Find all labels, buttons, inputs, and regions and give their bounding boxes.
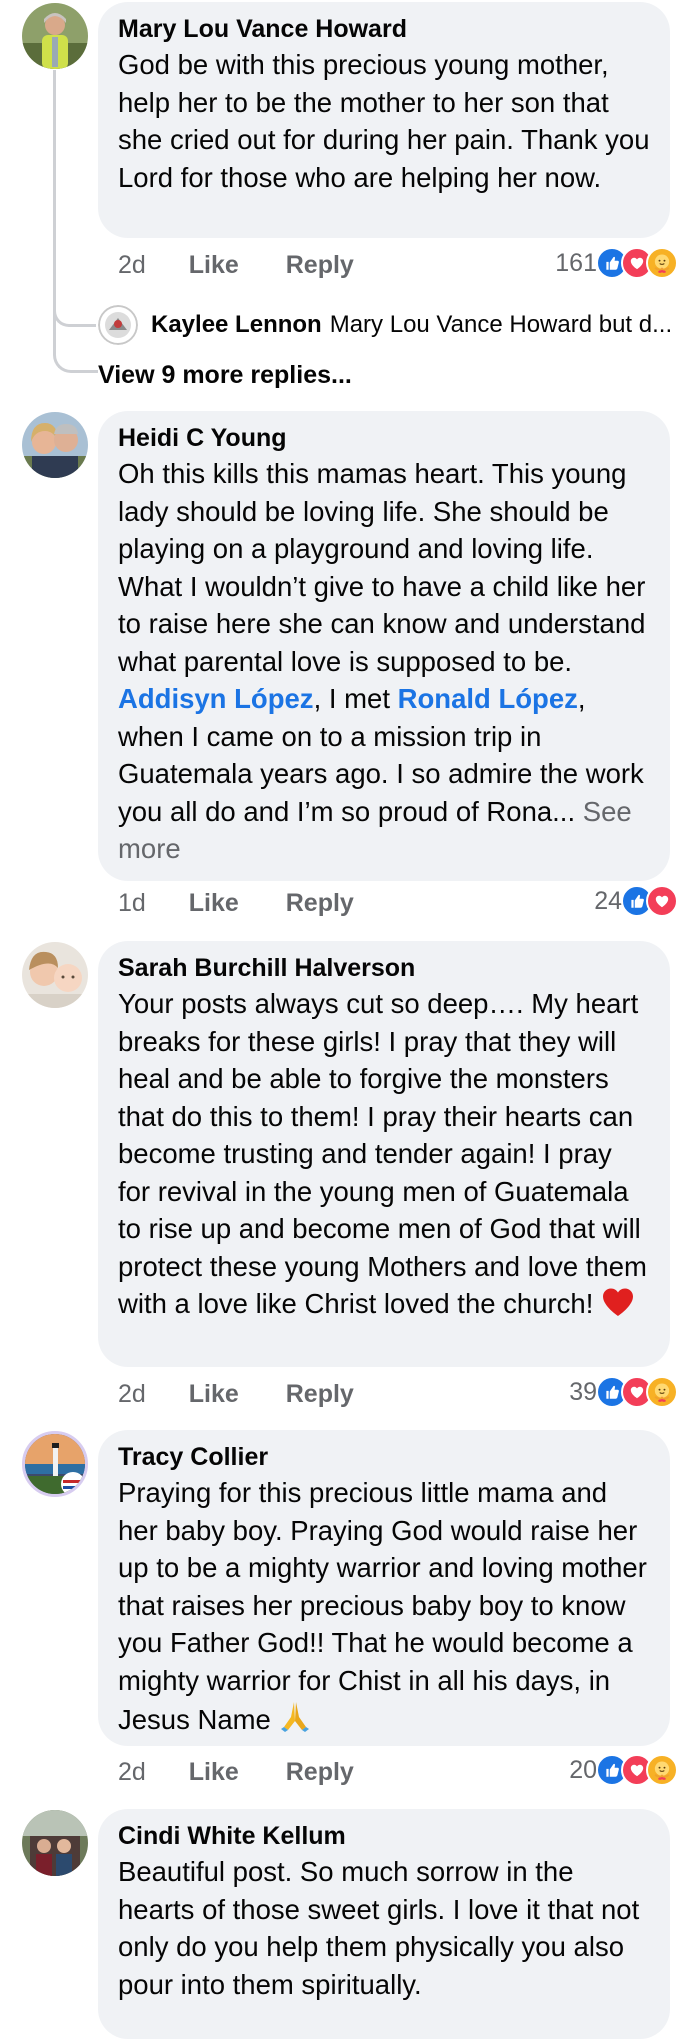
- comment-bubble: Tracy Collier Praying for this precious …: [98, 1430, 670, 1746]
- comment-timestamp[interactable]: 1d: [118, 885, 146, 921]
- care-reaction-icon: [646, 1754, 678, 1786]
- reaction-count: 24: [594, 887, 622, 915]
- reply-author[interactable]: Kaylee Lennon: [151, 311, 322, 339]
- care-reaction-icon: [646, 1376, 678, 1408]
- reply-button[interactable]: Reply: [286, 247, 354, 283]
- profile-photo-icon: [98, 305, 138, 345]
- reaction-summary[interactable]: 24: [594, 883, 678, 919]
- comment-text: Oh this kills this mamas heart. This you…: [118, 455, 650, 868]
- reply-preview[interactable]: Kaylee Lennon Mary Lou Vance Howard but …: [98, 303, 672, 347]
- comment-text: Praying for this precious little mama an…: [118, 1474, 650, 1743]
- profile-photo-icon: [25, 1434, 85, 1494]
- avatar[interactable]: [22, 412, 88, 478]
- view-more-replies-link[interactable]: View 9 more replies...: [98, 357, 352, 393]
- comment-author[interactable]: Cindi White Kellum: [118, 1819, 650, 1853]
- profile-photo-icon: [22, 412, 88, 478]
- comment-author[interactable]: Heidi C Young: [118, 421, 650, 455]
- reply-button[interactable]: Reply: [286, 1376, 354, 1412]
- mention-link[interactable]: Addisyn López: [118, 683, 314, 714]
- mention-link[interactable]: Ronald López: [398, 683, 578, 714]
- like-button[interactable]: Like: [189, 1754, 239, 1790]
- comment-author[interactable]: Sarah Burchill Halverson: [118, 951, 650, 985]
- profile-photo-icon: [22, 3, 88, 69]
- reply-snippet: Mary Lou Vance Howard but d...: [329, 311, 673, 338]
- comment-bubble: Sarah Burchill Halverson Your posts alwa…: [98, 941, 670, 1367]
- avatar[interactable]: [22, 3, 88, 69]
- avatar[interactable]: [22, 942, 88, 1008]
- reaction-count: 39: [569, 1378, 597, 1406]
- comment-text: Beautiful post. So much sorrow in the he…: [118, 1856, 640, 2000]
- reply-connector-line: [53, 300, 96, 327]
- profile-photo-icon: [22, 1810, 88, 1876]
- like-button[interactable]: Like: [189, 885, 239, 921]
- profile-photo-icon: [22, 942, 88, 1008]
- comment-author[interactable]: Mary Lou Vance Howard: [118, 12, 650, 46]
- heart-emoji-icon: [601, 1287, 635, 1327]
- comment-actions: 2d Like Reply: [118, 1376, 394, 1412]
- like-button[interactable]: Like: [189, 247, 239, 283]
- comment-text: God be with this precious young mother, …: [118, 49, 650, 193]
- reaction-count: 20: [569, 1756, 597, 1784]
- comment-timestamp[interactable]: 2d: [118, 1754, 146, 1790]
- avatar[interactable]: [22, 1431, 88, 1497]
- reaction-summary[interactable]: 20: [569, 1752, 678, 1788]
- comment-actions: 2d Like Reply: [118, 1754, 394, 1790]
- comment-text-part: Oh this kills this mamas heart. This you…: [118, 458, 646, 677]
- love-reaction-icon: [646, 885, 678, 917]
- comment-text-part: , I met: [313, 683, 398, 714]
- reaction-count: 161: [555, 249, 597, 277]
- comment-text: Your posts always cut so deep…. My heart…: [118, 985, 650, 1327]
- reply-avatar[interactable]: [98, 305, 138, 345]
- comment-actions: 2d Like Reply: [118, 247, 394, 283]
- comment-timestamp[interactable]: 2d: [118, 1376, 146, 1412]
- comment-bubble: Mary Lou Vance Howard God be with this p…: [98, 2, 670, 238]
- reaction-summary[interactable]: 39: [569, 1374, 678, 1410]
- comment-text-part: Praying for this precious little mama an…: [118, 1477, 647, 1735]
- comment-timestamp[interactable]: 2d: [118, 247, 146, 283]
- comment-author[interactable]: Tracy Collier: [118, 1440, 650, 1474]
- reaction-summary[interactable]: 161: [555, 245, 678, 281]
- comment-bubble: Heidi C Young Oh this kills this mamas h…: [98, 411, 670, 881]
- comment-bubble: Cindi White Kellum Beautiful post. So mu…: [98, 1809, 670, 2039]
- reply-button[interactable]: Reply: [286, 885, 354, 921]
- reply-thread-line: [53, 70, 98, 373]
- praying-hands-emoji-icon: [278, 1699, 312, 1743]
- care-reaction-icon: [646, 247, 678, 279]
- comment-actions: 1d Like Reply: [118, 885, 394, 921]
- reply-button[interactable]: Reply: [286, 1754, 354, 1790]
- like-button[interactable]: Like: [189, 1376, 239, 1412]
- comment-text-part: Your posts always cut so deep…. My heart…: [118, 988, 647, 1319]
- avatar[interactable]: [22, 1810, 88, 1876]
